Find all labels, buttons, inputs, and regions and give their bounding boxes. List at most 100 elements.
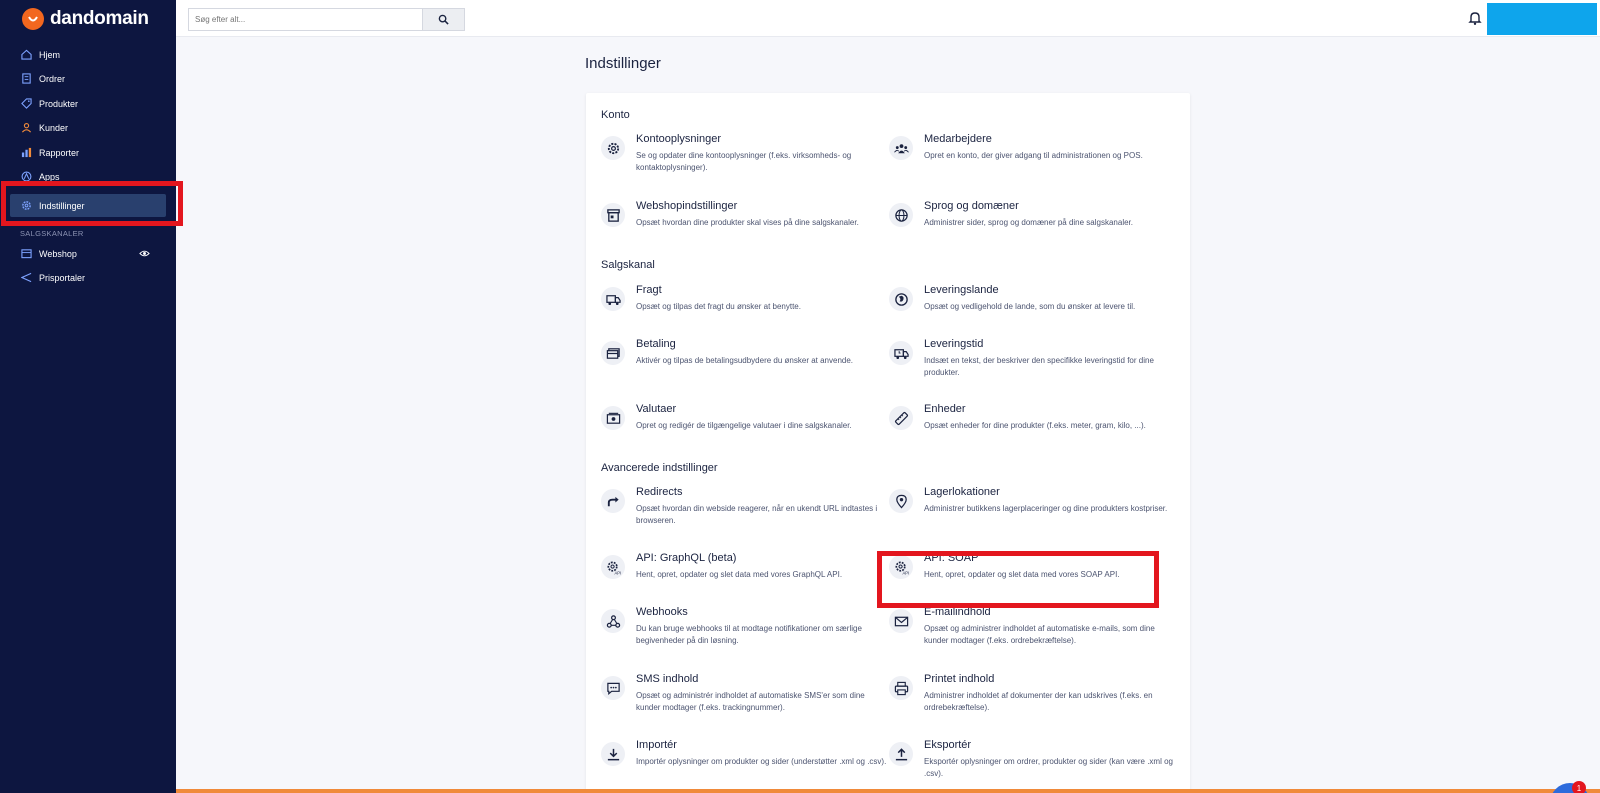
primary-action-button[interactable] xyxy=(1487,3,1597,35)
logo[interactable]: dandomain xyxy=(22,7,149,31)
sidebar-item-label: Kunder xyxy=(39,122,69,133)
setting-title: Fragt xyxy=(636,284,662,296)
redirect-icon xyxy=(601,489,625,513)
printer-icon xyxy=(889,676,913,700)
eye-icon[interactable] xyxy=(139,248,150,259)
api-gear-icon: API xyxy=(601,555,625,579)
team-icon xyxy=(889,136,913,160)
topbar xyxy=(176,0,1600,37)
sidebar-item-webshop[interactable]: Webshop xyxy=(14,242,166,265)
setting-desc: Opsæt og administrer indholdet af automa… xyxy=(924,624,1155,645)
bottom-progress-strip xyxy=(176,789,1600,793)
svg-text:API: API xyxy=(614,570,621,574)
sidebar-item-label: Produkter xyxy=(39,98,79,109)
store-icon xyxy=(21,249,32,259)
store-icon xyxy=(601,203,625,227)
sidebar-item-label: Ordrer xyxy=(39,73,66,84)
setting-title: Kontooplysninger xyxy=(636,133,722,145)
setting-title: Betaling xyxy=(636,338,676,350)
setting-desc: Indsæt en tekst, der beskriver den speci… xyxy=(924,356,1154,377)
setting-title: Redirects xyxy=(636,486,683,498)
setting-title: Leveringslande xyxy=(924,284,999,296)
section-title-konto: Konto xyxy=(601,109,630,121)
bell-icon[interactable] xyxy=(1467,10,1483,26)
home-icon xyxy=(21,49,32,60)
setting-desc: Aktivér og tilpas de betalingsudbydere d… xyxy=(636,356,854,365)
setting-desc: Administrer butikkens lagerplaceringer o… xyxy=(924,504,1168,513)
logo-icon xyxy=(22,8,44,30)
setting-title: Webshopindstillinger xyxy=(636,200,738,212)
setting-desc: Opsæt og vedligehold de lande, som du øn… xyxy=(924,302,1136,311)
webhook-icon xyxy=(601,609,625,633)
setting-desc: Administrer indholdet af dokumenter der … xyxy=(924,691,1153,712)
sidebar-item-produkter[interactable]: Produkter xyxy=(14,92,166,115)
card-icon xyxy=(601,341,625,365)
highlight-indstillinger xyxy=(1,181,183,226)
user-icon xyxy=(21,123,32,133)
setting-desc: Opsæt enheder for dine produkter (f.eks.… xyxy=(924,421,1146,430)
search-icon xyxy=(438,14,449,25)
setting-desc: Opsæt og tilpas det fragt du ønsker at b… xyxy=(636,302,801,311)
setting-title: Webhooks xyxy=(636,606,688,618)
setting-title: Importér xyxy=(636,739,677,751)
chart-icon xyxy=(21,147,32,158)
setting-title: Lagerlokationer xyxy=(924,486,1000,498)
mail-icon xyxy=(889,609,913,633)
setting-title: Enheder xyxy=(924,403,966,415)
sales-channels-label: SALGSKANALER xyxy=(20,229,84,238)
setting-title: Eksportér xyxy=(924,739,972,751)
globe-icon xyxy=(889,203,913,227)
setting-desc: Eksportér oplysninger om ordrer, produkt… xyxy=(924,757,1173,778)
location-pin-icon xyxy=(889,489,913,513)
sidebar-item-label: Apps xyxy=(39,171,60,182)
sms-icon xyxy=(601,676,625,700)
search-button[interactable] xyxy=(422,9,464,30)
setting-desc: Administrer sider, sprog og domæner på d… xyxy=(924,218,1133,227)
sidebar-item-kunder[interactable]: Kunder xyxy=(14,116,166,139)
setting-desc: Importér oplysninger om produkter og sid… xyxy=(636,757,887,766)
setting-title: API: GraphQL (beta) xyxy=(636,552,737,564)
sidebar: dandomain Hjem Ordrer Produkter Kunder R… xyxy=(0,0,176,793)
setting-desc: Opsæt hvordan dine produkter skal vises … xyxy=(636,218,859,227)
sidebar-item-label: Webshop xyxy=(39,248,77,259)
setting-title: Valutaer xyxy=(636,403,677,415)
search-bar xyxy=(188,8,465,31)
truck-icon xyxy=(601,287,625,311)
ruler-icon xyxy=(889,406,913,430)
setting-title: Sprog og domæner xyxy=(924,200,1019,212)
section-title-avancerede: Avancerede indstillinger xyxy=(601,462,718,474)
setting-desc: Hent, opret, opdater og slet data med vo… xyxy=(636,570,843,579)
setting-desc: Opret og redigér de tilgængelige valutae… xyxy=(636,421,852,430)
sidebar-item-rapporter[interactable]: Rapporter xyxy=(14,141,166,164)
setting-desc: Opret en konto, der giver adgang til adm… xyxy=(924,151,1143,160)
money-icon xyxy=(601,406,625,430)
setting-title: Leveringstid xyxy=(924,338,984,350)
send-icon xyxy=(21,272,32,283)
export-icon xyxy=(889,742,913,766)
sidebar-item-label: Prisportaler xyxy=(39,272,86,283)
gear-icon xyxy=(601,136,625,160)
logo-text: dandomain xyxy=(50,8,149,29)
setting-desc: Opsæt hvordan din webside reagerer, når … xyxy=(636,504,878,525)
setting-desc: Se og opdater dine kontooplysninger (f.e… xyxy=(636,151,852,172)
orders-icon xyxy=(22,73,31,84)
tag-icon xyxy=(21,98,32,109)
delivery-time-icon xyxy=(889,341,913,365)
highlight-api-soap xyxy=(877,551,1159,608)
sidebar-item-label: Hjem xyxy=(39,49,61,60)
page-title: Indstillinger xyxy=(585,55,661,72)
setting-desc: Du kan bruge webhooks til at modtage not… xyxy=(636,624,862,645)
chat-notification-badge: 1 xyxy=(1572,781,1586,793)
setting-title: Medarbejdere xyxy=(924,133,992,145)
section-title-salgskanal: Salgskanal xyxy=(601,259,655,271)
setting-title: SMS indhold xyxy=(636,673,699,685)
sidebar-item-label: Rapporter xyxy=(39,147,80,158)
import-icon xyxy=(601,742,625,766)
globe-refresh-icon xyxy=(889,287,913,311)
setting-desc: Opsæt og administrér indholdet af automa… xyxy=(636,691,865,712)
sidebar-item-ordrer[interactable]: Ordrer xyxy=(14,67,166,90)
sidebar-item-prisportaler[interactable]: Prisportaler xyxy=(14,266,166,289)
search-input[interactable] xyxy=(189,9,422,30)
settings-card: Konto Kontooplysninger Se og opdater din… xyxy=(586,93,1190,793)
sidebar-item-hjem[interactable]: Hjem xyxy=(14,43,166,66)
